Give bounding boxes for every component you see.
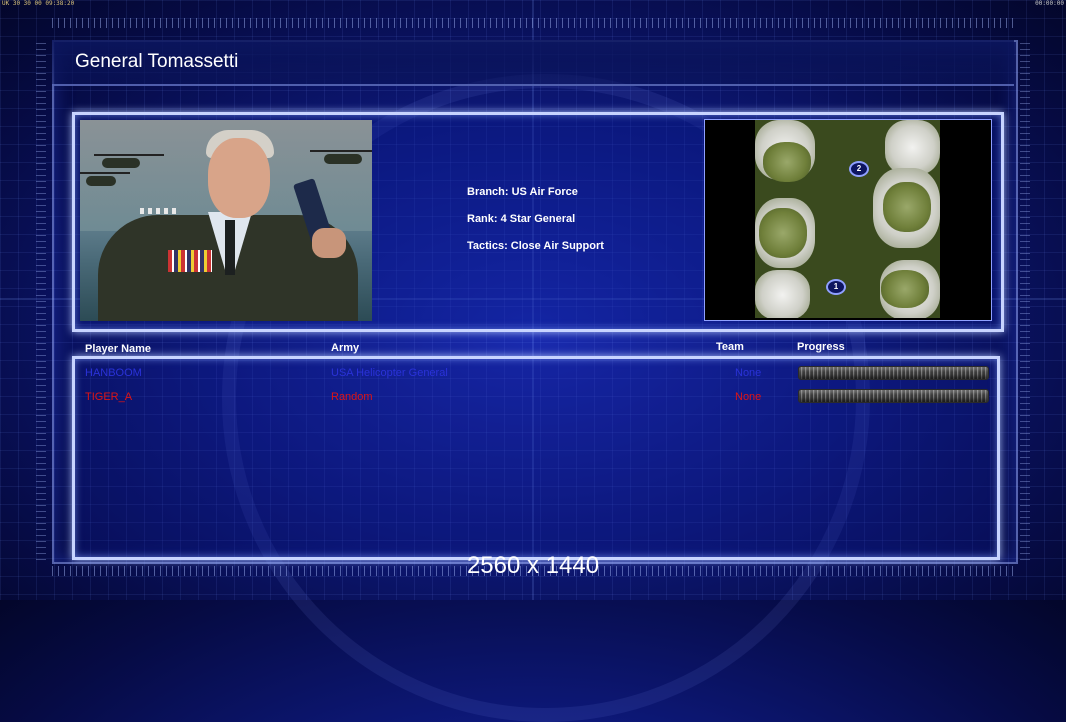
ruler-left [36,40,46,560]
hud-left-readout: UK 30 30 00 09:38:20 [2,0,75,7]
resolution-label: 2560 x 1440 [466,552,600,579]
player-progress-bar [798,389,989,403]
general-branch: Branch: US Air Force [467,186,578,198]
player-name: TIGER_A [85,391,133,403]
general-rank: Rank: 4 Star General [467,213,576,225]
general-tactics: Tactics: Close Air Support [467,240,604,252]
player-army: Random [331,391,373,403]
map-start-marker-1: 1 [826,279,846,295]
player-team: None [735,391,762,403]
map-start-marker-2: 2 [849,161,869,177]
player-progress-bar [798,366,989,380]
player-army: USA Helicopter General [331,367,448,379]
col-header-player-name: Player Name [85,343,152,355]
ruler-right [1020,40,1030,560]
col-header-army: Army [331,342,360,354]
player-name: HANBOOM [85,367,142,379]
general-portrait [80,120,372,321]
col-header-team: Team [716,341,744,353]
col-header-progress: Progress [797,341,845,353]
players-panel [72,356,1000,560]
ruler-top [52,18,1014,28]
map-preview [755,120,940,318]
hud-readout-bar: UK 30 30 00 09:38:20 00:00:00 [0,0,1066,8]
general-title: General Tomassetti [75,51,239,72]
hud-right-readout: 00:00:00 [1035,0,1064,7]
player-team: None [735,367,762,379]
